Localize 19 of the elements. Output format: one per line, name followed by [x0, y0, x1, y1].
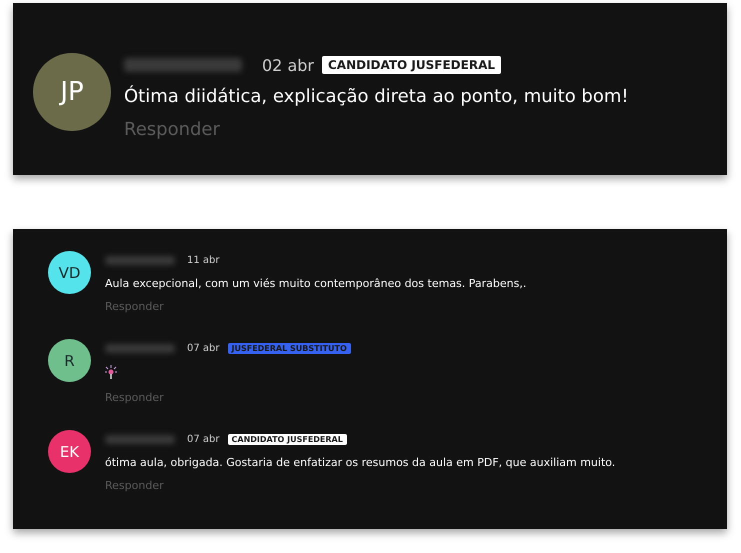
reply-link[interactable]: Responder: [105, 479, 164, 492]
avatar: JP: [33, 53, 111, 131]
comment-date: 11 abr: [187, 254, 220, 266]
reply-link[interactable]: Responder: [105, 391, 164, 404]
comment-text: Aula excepcional, com um viés muito contemporâneo dos temas. Parabens,.: [105, 277, 526, 291]
avatar: VD: [48, 251, 91, 294]
comment-date: 07 abr: [187, 434, 220, 444]
role-badge: CANDIDATO JUSFEDERAL: [322, 56, 502, 74]
comment-date: 07 abr: [187, 342, 220, 354]
comment-date: 02 abr: [262, 56, 314, 74]
reply-link[interactable]: Responder: [124, 119, 220, 140]
comment-text: ótima aula, obrigada. Gostaria de enfatizar os resumos da aula em PDF, que auxiliam muito.: [105, 456, 616, 470]
comment-text: Ótima diidática, explicação direta ao ponto, muito bom!: [124, 86, 629, 107]
role-badge: JUSFEDERAL SUBSTITUTO: [228, 342, 351, 354]
sparkle-icon: [105, 365, 117, 379]
avatar: EK: [48, 430, 91, 473]
avatar: R: [48, 339, 91, 382]
reply-link[interactable]: Responder: [105, 300, 164, 313]
role-badge: CANDIDATO JUSFEDERAL: [228, 434, 347, 444]
